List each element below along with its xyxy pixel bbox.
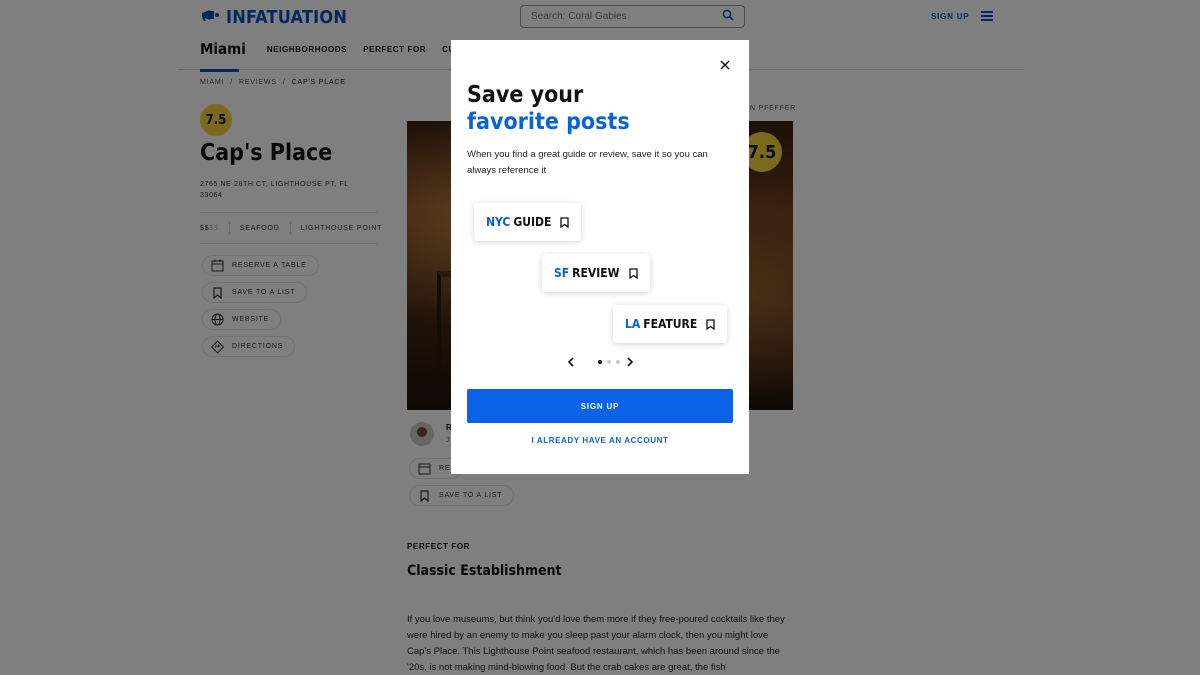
- sample-card-sf-review: SF REVIEW: [542, 254, 650, 292]
- existing-account-link[interactable]: I ALREADY HAVE AN ACCOUNT: [467, 436, 733, 445]
- card-city: LA: [625, 317, 641, 331]
- modal-title-line1: Save your: [467, 82, 584, 108]
- chevron-left-icon[interactable]: [565, 356, 577, 368]
- bookmark-icon: [706, 318, 715, 330]
- page: INFATUATION SIGN UP Miami NEIGHBORHOODS …: [0, 0, 1200, 675]
- carousel-dot-3[interactable]: [616, 360, 620, 364]
- card-city: NYC: [486, 215, 511, 229]
- close-icon[interactable]: [719, 58, 731, 70]
- card-city: SF: [554, 266, 570, 280]
- save-posts-modal: Save your favorite posts When you find a…: [451, 40, 749, 474]
- sample-card-la-feature: LA FEATURE: [613, 305, 728, 343]
- carousel-dot-1[interactable]: [598, 360, 602, 364]
- carousel-dot-2[interactable]: [607, 360, 611, 364]
- card-kind: FEATURE: [643, 317, 698, 331]
- card-kind: REVIEW: [572, 266, 620, 280]
- modal-title-line2: favorite posts: [467, 109, 630, 135]
- modal-title: Save your favorite posts: [467, 82, 630, 136]
- signup-button[interactable]: SIGN UP: [467, 389, 733, 423]
- carousel-dots: [598, 360, 620, 364]
- chevron-right-icon[interactable]: [624, 356, 636, 368]
- card-kind: GUIDE: [513, 215, 552, 229]
- bookmark-icon: [628, 267, 638, 279]
- modal-description: When you find a great guide or review, s…: [467, 149, 708, 176]
- bookmark-icon: [560, 216, 569, 228]
- sample-card-nyc-guide: NYC GUIDE: [474, 203, 582, 241]
